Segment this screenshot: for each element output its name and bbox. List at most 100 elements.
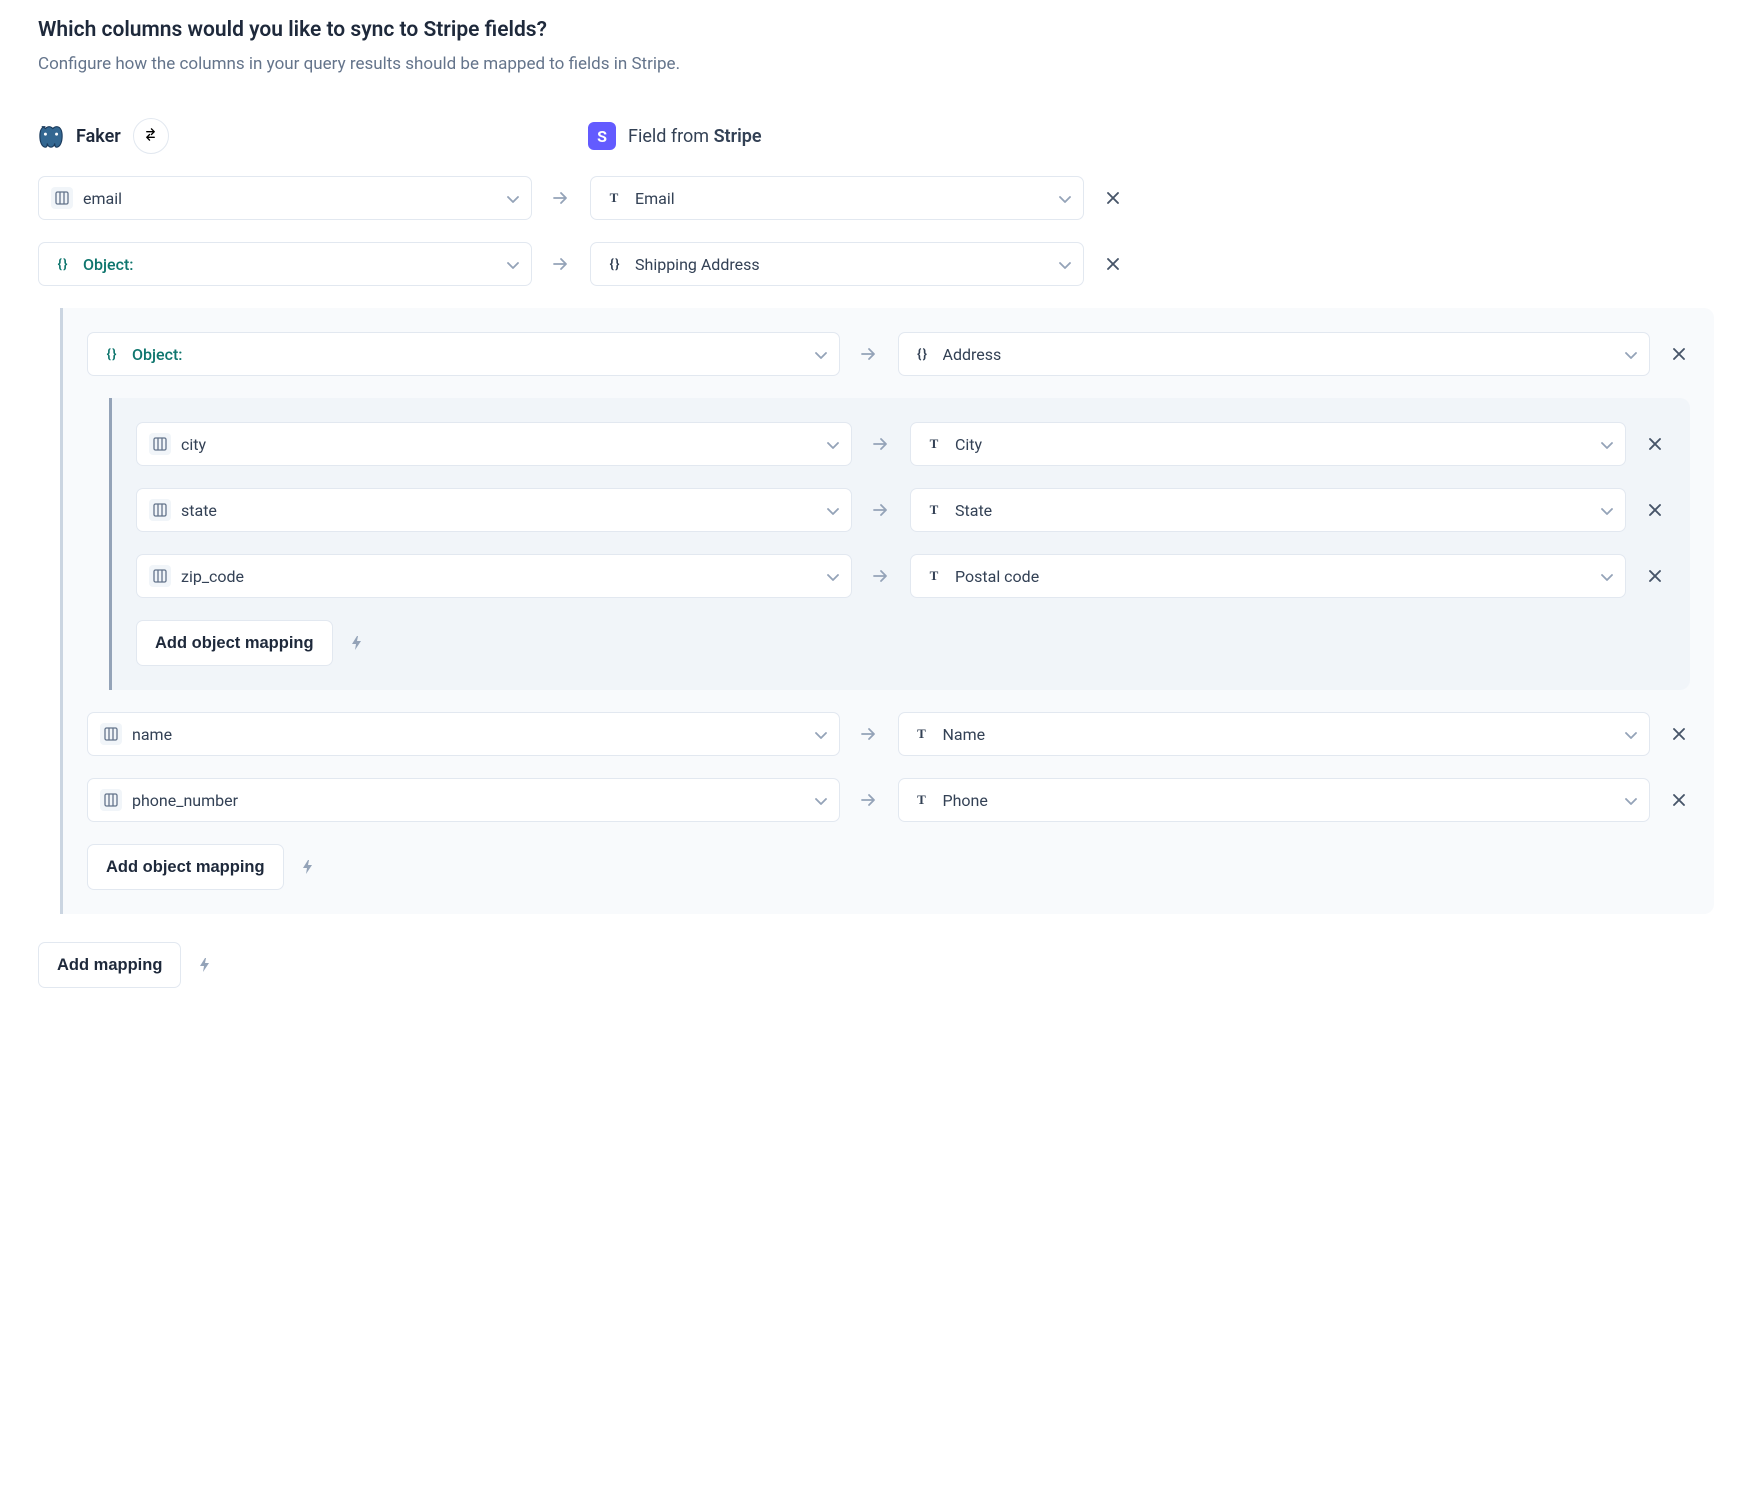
remove-mapping-button[interactable]	[1644, 499, 1666, 521]
bolt-icon	[300, 859, 314, 875]
swap-icon	[143, 127, 158, 145]
dest-field-value: Name	[943, 725, 1616, 744]
dest-field-value: State	[955, 501, 1591, 520]
chevron-down-icon	[1601, 435, 1613, 454]
chevron-down-icon	[1059, 189, 1071, 208]
remove-mapping-button[interactable]	[1102, 187, 1124, 209]
column-icon	[149, 499, 171, 521]
source-column-value: phone_number	[132, 791, 805, 810]
source-column-value: Object:	[83, 255, 497, 274]
dest-field-value: Address	[943, 345, 1616, 364]
chevron-down-icon	[1625, 791, 1637, 810]
remove-mapping-button[interactable]	[1644, 433, 1666, 455]
text-type-icon: T	[603, 187, 625, 209]
source-column-value: state	[181, 501, 817, 520]
dest-field-select[interactable]: T Phone	[898, 778, 1651, 822]
dest-field-value: Email	[635, 189, 1049, 208]
text-type-icon: T	[911, 723, 933, 745]
text-type-icon: T	[911, 789, 933, 811]
source-column-value: zip_code	[181, 567, 817, 586]
column-icon	[100, 789, 122, 811]
column-icon	[51, 187, 73, 209]
chevron-down-icon	[815, 345, 827, 364]
object-type-icon: { }	[51, 253, 73, 275]
source-column-value: name	[132, 725, 805, 744]
source-column-value: Object:	[132, 345, 805, 364]
source-column-select[interactable]: name	[87, 712, 840, 756]
chevron-down-icon	[1601, 501, 1613, 520]
dest-field-select[interactable]: { } Address	[898, 332, 1651, 376]
source-column-select[interactable]: city	[136, 422, 852, 466]
arrow-right-icon	[870, 565, 892, 587]
dest-field-select[interactable]: T Email	[590, 176, 1084, 220]
nested-mapping-group: { } Object: { } Address city T City	[60, 308, 1714, 914]
dest-field-select[interactable]: { } Shipping Address	[590, 242, 1084, 286]
bolt-icon	[197, 957, 211, 973]
chevron-down-icon	[507, 189, 519, 208]
object-type-icon: { }	[100, 343, 122, 365]
page-subtitle: Configure how the columns in your query …	[38, 54, 1714, 74]
chevron-down-icon	[827, 501, 839, 520]
dest-field-value: City	[955, 435, 1591, 454]
chevron-down-icon	[827, 567, 839, 586]
arrow-right-icon	[550, 253, 572, 275]
bolt-icon	[349, 635, 363, 651]
remove-mapping-button[interactable]	[1668, 343, 1690, 365]
nested-mapping-group: city T City state T State	[109, 398, 1690, 690]
source-column-value: city	[181, 435, 817, 454]
dest-field-select[interactable]: T Name	[898, 712, 1651, 756]
column-icon	[149, 565, 171, 587]
arrow-right-icon	[870, 499, 892, 521]
add-mapping-button[interactable]: Add mapping	[38, 942, 181, 988]
stripe-icon: S	[588, 122, 616, 150]
add-object-mapping-button[interactable]: Add object mapping	[87, 844, 284, 890]
source-column-select[interactable]: { } Object:	[38, 242, 532, 286]
postgres-elephant-icon	[38, 123, 64, 149]
remove-mapping-button[interactable]	[1668, 723, 1690, 745]
dest-field-value: Postal code	[955, 567, 1591, 586]
chevron-down-icon	[815, 725, 827, 744]
dest-field-select[interactable]: T City	[910, 422, 1626, 466]
source-name: Faker	[76, 126, 121, 147]
mapping-row: name T Name	[87, 712, 1690, 756]
arrow-right-icon	[858, 343, 880, 365]
source-column-select[interactable]: zip_code	[136, 554, 852, 598]
arrow-right-icon	[870, 433, 892, 455]
mapping-row: email T Email	[38, 176, 1714, 220]
remove-mapping-button[interactable]	[1102, 253, 1124, 275]
remove-mapping-button[interactable]	[1644, 565, 1666, 587]
mapping-row: state T State	[136, 488, 1666, 532]
mapping-row: city T City	[136, 422, 1666, 466]
dest-field-select[interactable]: T State	[910, 488, 1626, 532]
add-object-mapping-button[interactable]: Add object mapping	[136, 620, 333, 666]
text-type-icon: T	[923, 565, 945, 587]
swap-button[interactable]	[133, 118, 169, 154]
source-column-select[interactable]: state	[136, 488, 852, 532]
chevron-down-icon	[507, 255, 519, 274]
mapping-row: zip_code T Postal code	[136, 554, 1666, 598]
mapping-row: phone_number T Phone	[87, 778, 1690, 822]
mapping-row: { } Object: { } Address	[87, 332, 1690, 376]
source-column-select[interactable]: phone_number	[87, 778, 840, 822]
column-icon	[149, 433, 171, 455]
object-type-icon: { }	[603, 253, 625, 275]
source-column-select[interactable]: email	[38, 176, 532, 220]
page-title: Which columns would you like to sync to …	[38, 18, 1714, 42]
chevron-down-icon	[1059, 255, 1071, 274]
remove-mapping-button[interactable]	[1668, 789, 1690, 811]
source-column-value: email	[83, 189, 497, 208]
arrow-right-icon	[858, 723, 880, 745]
dest-field-select[interactable]: T Postal code	[910, 554, 1626, 598]
chevron-down-icon	[1625, 345, 1637, 364]
arrow-right-icon	[550, 187, 572, 209]
column-icon	[100, 723, 122, 745]
dest-field-value: Shipping Address	[635, 255, 1049, 274]
text-type-icon: T	[923, 433, 945, 455]
object-type-icon: { }	[911, 343, 933, 365]
mapping-row: { } Object: { } Shipping Address	[38, 242, 1714, 286]
arrow-right-icon	[858, 789, 880, 811]
source-column-select[interactable]: { } Object:	[87, 332, 840, 376]
chevron-down-icon	[827, 435, 839, 454]
chevron-down-icon	[1625, 725, 1637, 744]
chevron-down-icon	[1601, 567, 1613, 586]
